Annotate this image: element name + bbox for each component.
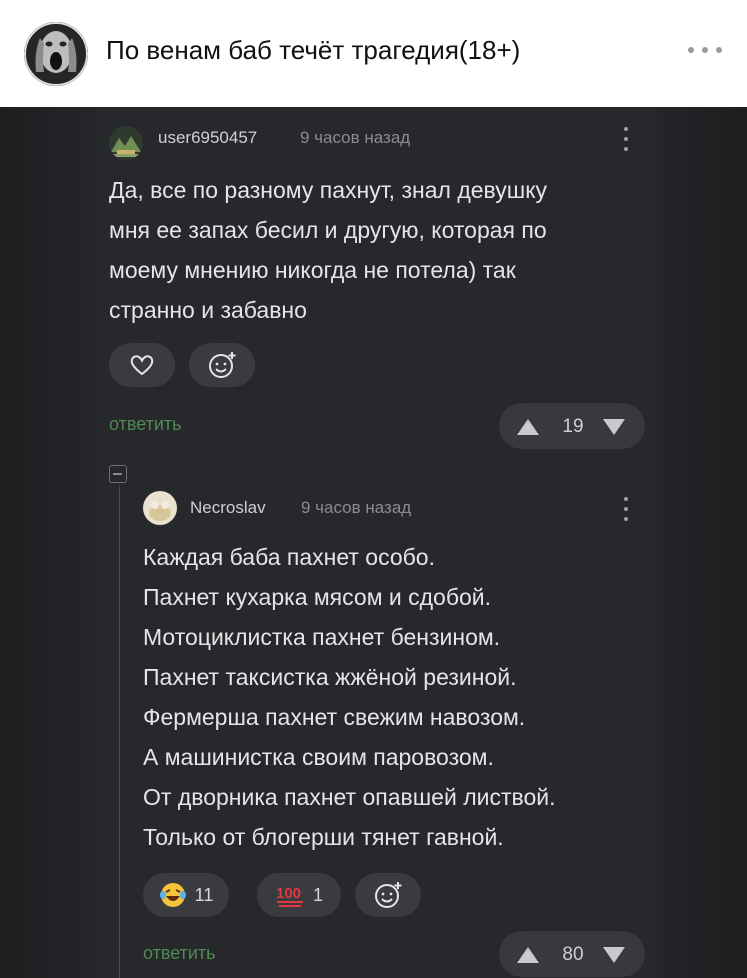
rating-value: 19: [562, 416, 584, 437]
screaming-face-avatar[interactable]: [24, 22, 88, 86]
reply-link[interactable]: ответить: [109, 414, 182, 435]
user-avatar[interactable]: [109, 126, 143, 160]
comment-text-line: Каждая баба пахнет особо.: [143, 544, 435, 570]
reaction-count: 11: [194, 884, 214, 905]
add-emoji-icon: [375, 882, 402, 908]
reply-link[interactable]: ответить: [143, 943, 216, 964]
add-reaction-button[interactable]: [189, 343, 255, 387]
comment-text-line: моему мнению никогда не потела) так: [109, 257, 516, 283]
comment-text-line: А машинистка своим паровозом.: [143, 744, 494, 770]
comment-time: 9 часов назад: [300, 128, 411, 147]
collapse-thread-button[interactable]: [109, 465, 127, 483]
comments-card: user6950457 9 часов назад Да, все по раз…: [95, 107, 655, 978]
post-title[interactable]: По венам баб течёт трагедия(18+): [106, 35, 520, 66]
reaction-laughing-button[interactable]: 11: [143, 873, 229, 917]
upvote-icon[interactable]: [517, 419, 539, 435]
downvote-icon[interactable]: [603, 947, 625, 963]
svg-text:100: 100: [276, 885, 301, 902]
comment-text-line: От дворника пахнет опавшей листвой.: [143, 784, 556, 810]
comment-text-line: странно и забавно: [109, 297, 307, 323]
comment-menu-icon[interactable]: [621, 125, 631, 153]
like-button[interactable]: [109, 343, 175, 387]
comment-text-line: мня ее запах бесил и другую, которая по: [109, 217, 547, 243]
comment-text-line: Мотоциклистка пахнет бензином.: [143, 624, 501, 650]
add-emoji-icon: [209, 352, 236, 378]
comment-text-line: Только от блогерши тянет гавной.: [143, 824, 504, 850]
add-reaction-button[interactable]: [355, 873, 421, 917]
comment-time: 9 часов назад: [301, 498, 412, 517]
comment-username[interactable]: Necroslav: [190, 498, 266, 518]
rating-control: 80: [499, 931, 645, 977]
thread-line[interactable]: [119, 485, 120, 978]
comment-menu-icon[interactable]: [621, 495, 631, 523]
rating-value: 80: [562, 944, 584, 965]
upvote-icon[interactable]: [517, 947, 539, 963]
comments-feed: user6950457 9 часов назад Да, все по раз…: [0, 107, 747, 978]
post-header: По венам баб течёт трагедия(18+): [0, 0, 747, 107]
comment-text-line: Фермерша пахнет свежим навозом.: [143, 704, 526, 730]
laughing-tears-emoji-icon: [159, 883, 186, 907]
user-avatar[interactable]: [143, 491, 177, 525]
hundred-points-emoji-icon: 100: [276, 885, 303, 907]
downvote-icon[interactable]: [603, 419, 625, 435]
comment-username[interactable]: user6950457: [158, 128, 257, 148]
comment-text-line: Пахнет таксистка жжёной резиной.: [143, 664, 517, 690]
rating-control: 19: [499, 403, 645, 449]
comment-text-line: Да, все по разному пахнут, знал девушку: [109, 177, 548, 203]
comment-text-line: Пахнет кухарка мясом и сдобой.: [143, 584, 492, 610]
reaction-hundred-button[interactable]: 100 1: [257, 873, 341, 917]
heart-icon: [130, 355, 154, 376]
reaction-count: 1: [312, 884, 323, 905]
more-dots-icon[interactable]: [688, 40, 722, 60]
